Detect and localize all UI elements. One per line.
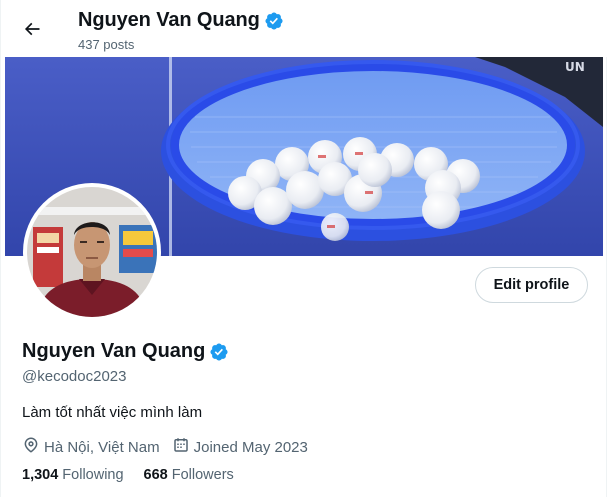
profile-page: Nguyen Van Quang 437 posts UN Edit profi… bbox=[0, 0, 607, 497]
follow-stats: 1,304 Following 668 Followers bbox=[22, 467, 254, 483]
followers-count: 668 bbox=[143, 467, 168, 483]
location-pin-icon bbox=[22, 436, 44, 458]
profile-meta: Hà Nội, Việt Nam Joined May 2023 bbox=[22, 436, 320, 458]
followers-label: Followers bbox=[171, 467, 234, 483]
profile-display-name: Nguyen Van Quang bbox=[22, 340, 206, 362]
verified-badge-icon bbox=[264, 11, 284, 31]
calendar-icon bbox=[172, 436, 194, 458]
followers-link[interactable]: 668 Followers bbox=[144, 467, 234, 483]
profile-location: Hà Nội, Việt Nam bbox=[22, 436, 160, 458]
back-button[interactable] bbox=[15, 14, 49, 48]
arrow-left-icon bbox=[22, 19, 42, 44]
following-link[interactable]: 1,304 Following bbox=[22, 467, 124, 483]
profile-joined: Joined May 2023 bbox=[172, 436, 308, 458]
following-count: 1,304 bbox=[22, 467, 59, 483]
profile-handle: @kecodoc2023 bbox=[22, 368, 127, 385]
edit-profile-button[interactable]: Edit profile bbox=[475, 267, 588, 303]
header-title: Nguyen Van Quang bbox=[78, 9, 284, 32]
header-display-name: Nguyen Van Quang bbox=[78, 9, 260, 31]
location-text: Hà Nội, Việt Nam bbox=[44, 438, 160, 456]
joined-text: Joined May 2023 bbox=[193, 438, 308, 456]
following-label: Following bbox=[62, 467, 124, 483]
profile-header-bar: Nguyen Van Quang 437 posts bbox=[1, 0, 607, 57]
posts-count: 437 posts bbox=[78, 37, 135, 52]
profile-name-row: Nguyen Van Quang bbox=[22, 340, 229, 363]
svg-text:UN: UN bbox=[565, 60, 585, 74]
profile-avatar[interactable] bbox=[23, 183, 161, 321]
verified-badge-icon[interactable] bbox=[209, 342, 229, 362]
profile-bio: Làm tốt nhất việc mình làm bbox=[22, 404, 203, 421]
